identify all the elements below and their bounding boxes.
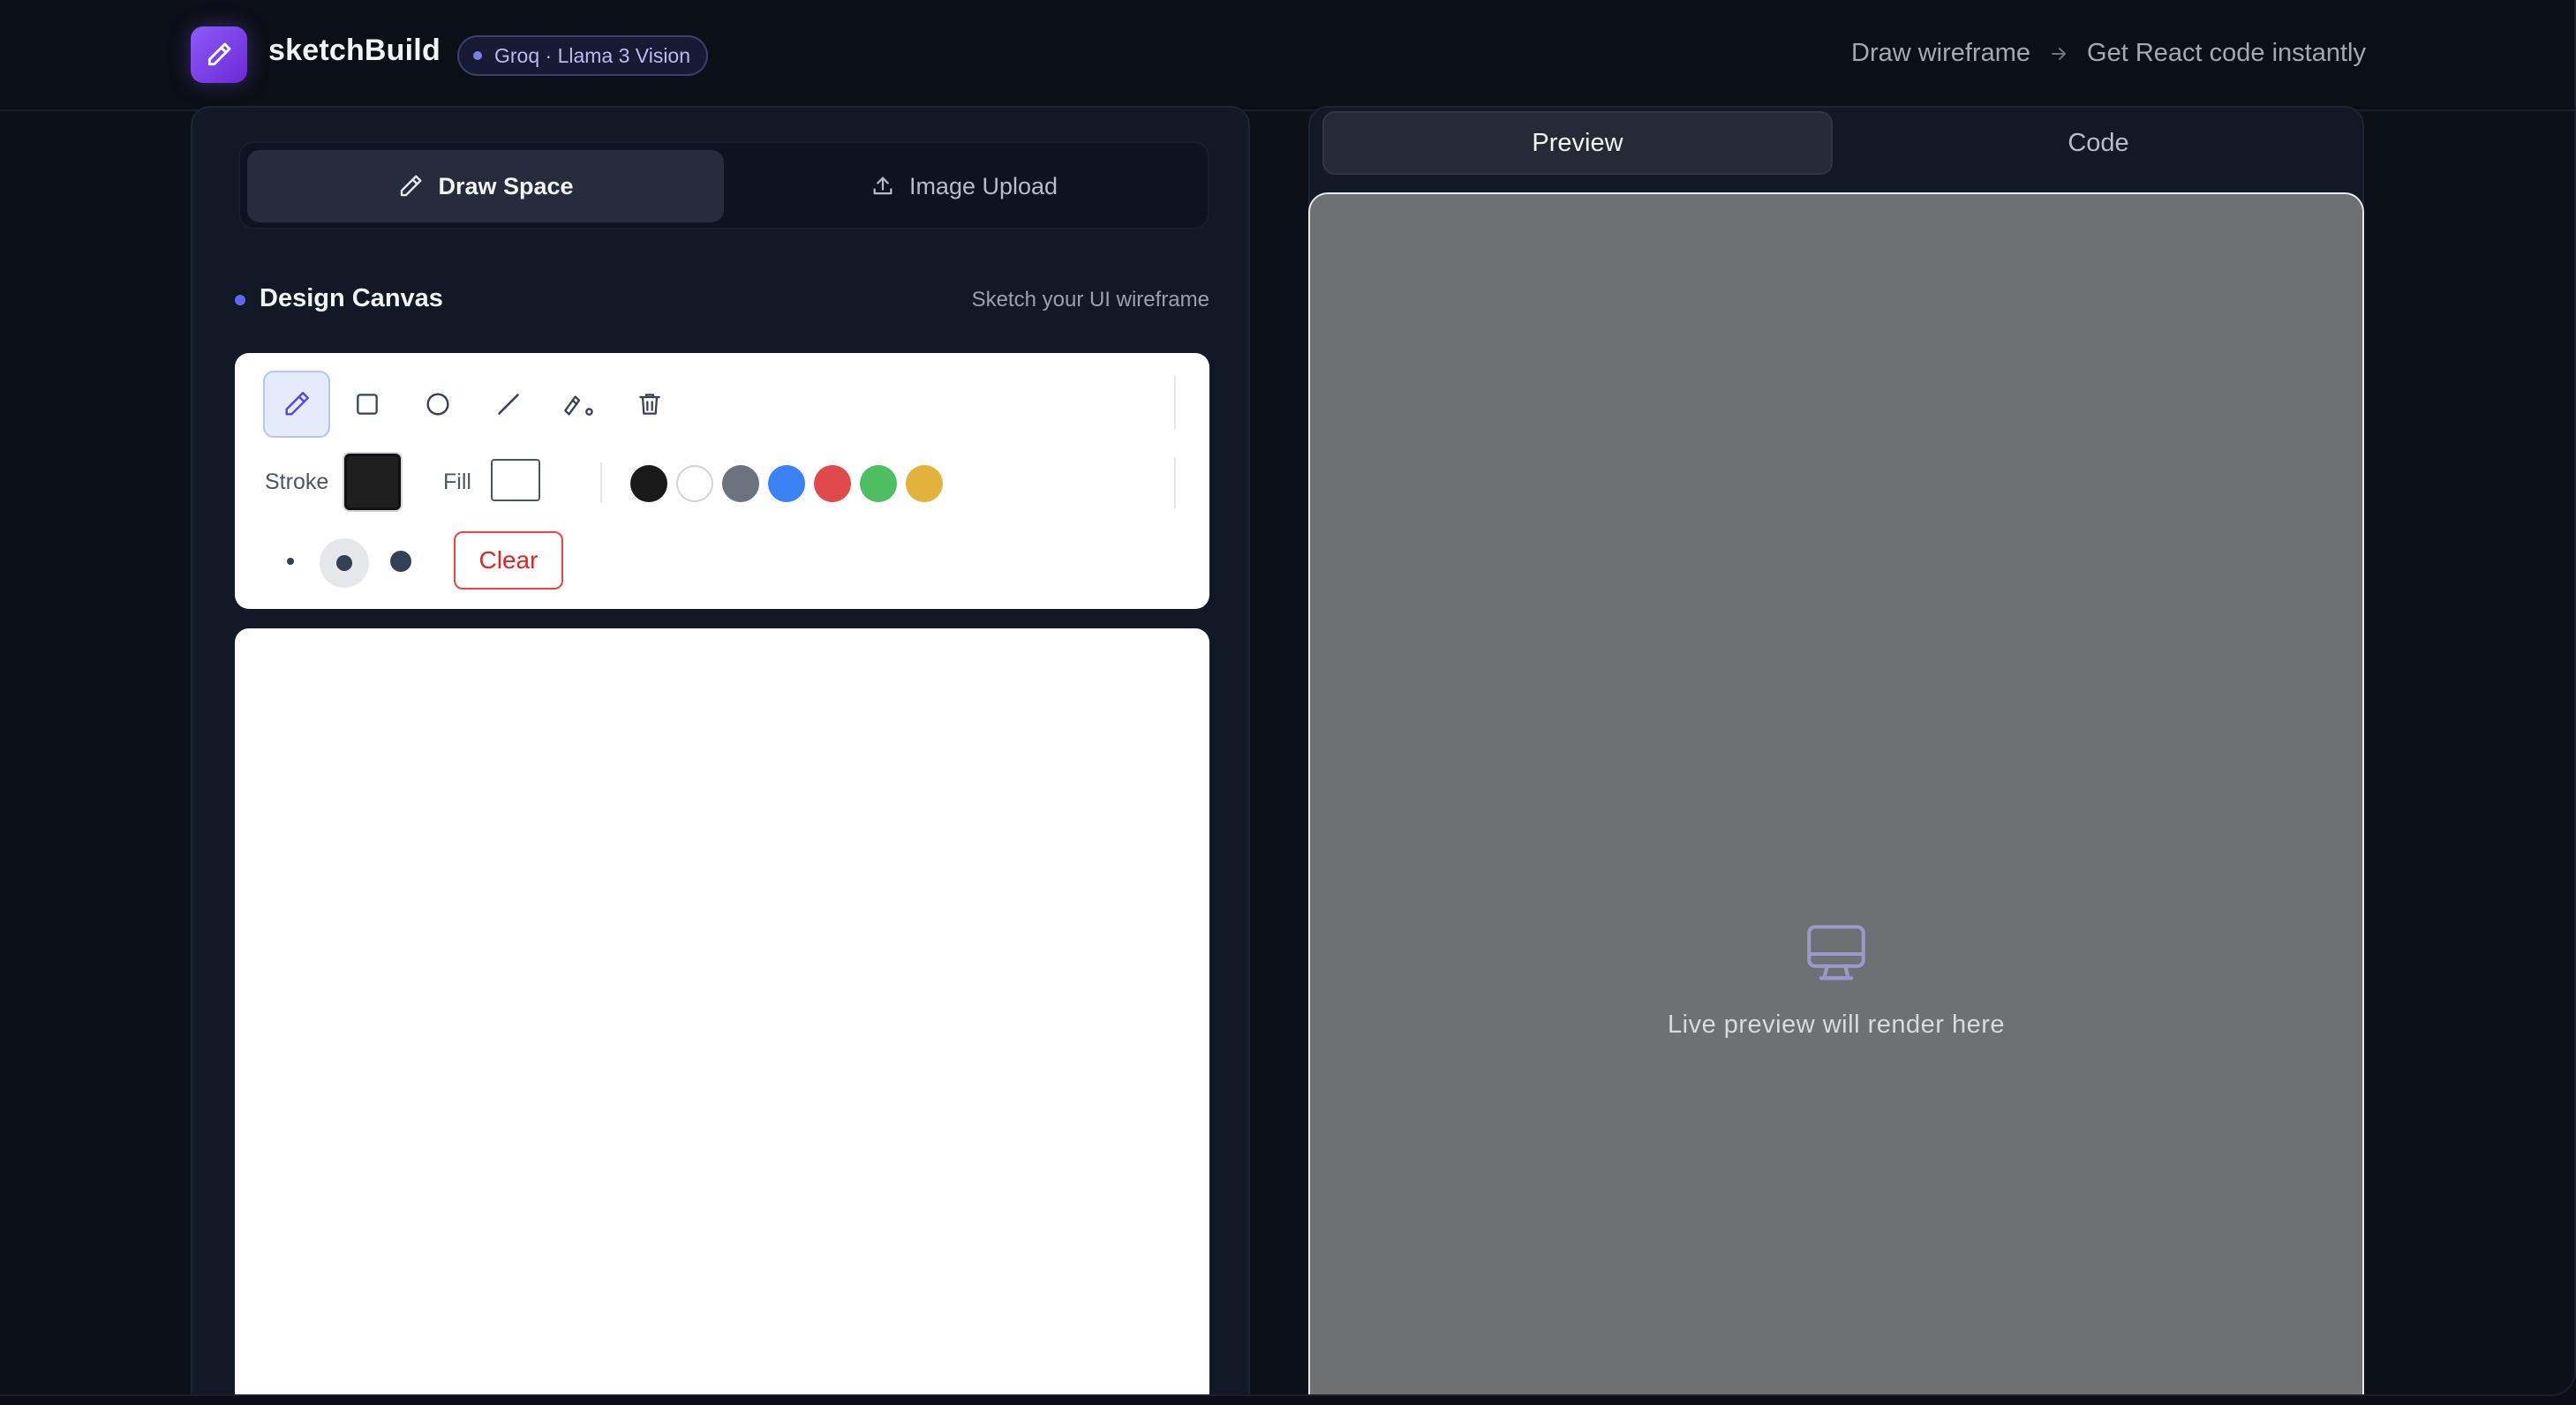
tab-preview[interactable]: Preview (1322, 111, 1833, 175)
pencil-icon (207, 42, 231, 66)
tab-image-upload-label: Image Upload (908, 172, 1058, 199)
tagline-step-2: Get React code instantly (2087, 39, 2366, 67)
color-swatch-black[interactable] (630, 465, 667, 502)
output-panel: Preview Code Live preview will render he… (1308, 106, 2364, 1394)
model-badge: Groq · Llama 3 Vision (457, 35, 709, 76)
rectangle-icon (357, 394, 378, 415)
circle-tool[interactable] (404, 371, 471, 438)
tab-preview-label: Preview (1532, 128, 1623, 157)
brush-size-medium-wrap[interactable] (320, 538, 369, 588)
model-badge-label: Groq · Llama 3 Vision (494, 44, 691, 67)
brush-size-medium[interactable] (336, 555, 352, 571)
tab-draw-space[interactable]: Draw Space (247, 150, 724, 222)
canvas-subtitle: Sketch your UI wireframe (971, 288, 1209, 312)
tab-code[interactable]: Code (1843, 111, 2354, 175)
top-header: sketchBuild Groq · Llama 3 Vision Draw w… (0, 0, 2574, 111)
pencil-tool[interactable] (263, 371, 330, 438)
input-mode-tabs: Draw Space Image Upload (238, 141, 1209, 229)
app-logo (191, 26, 247, 83)
tab-code-label: Code (2068, 128, 2129, 157)
color-swatch-green[interactable] (860, 465, 897, 502)
fill-label: Fill (443, 470, 471, 494)
line-tool[interactable] (475, 371, 542, 438)
clear-button[interactable]: Clear (454, 531, 563, 590)
brush-size-small[interactable] (287, 558, 294, 565)
circle-icon (426, 393, 449, 416)
stroke-color-picker[interactable] (344, 454, 401, 510)
tagline: Draw wireframe Get React code instantly (1851, 39, 2366, 68)
app-name: sketchBuild (268, 34, 441, 67)
rectangle-tool[interactable] (334, 371, 401, 438)
toolbar-divider (1174, 376, 1176, 429)
color-swatch-blue[interactable] (768, 465, 805, 502)
color-swatch-yellow[interactable] (906, 465, 943, 502)
tab-draw-space-label: Draw Space (438, 172, 574, 199)
canvas-header: Design Canvas Sketch your UI wireframe (235, 284, 1209, 319)
color-swatch-white[interactable] (676, 465, 713, 502)
drawing-toolbar: Stroke Fill Clear (235, 353, 1209, 609)
canvas-title: Design Canvas (260, 284, 443, 312)
delete-tool[interactable] (616, 371, 683, 438)
line-icon (498, 394, 519, 415)
upload-icon (873, 177, 893, 195)
toolbar-divider (600, 462, 602, 503)
preview-empty-state: Live preview will render here (1310, 918, 2362, 1040)
tab-image-upload[interactable]: Image Upload (726, 150, 1202, 222)
color-swatch-red[interactable] (814, 465, 851, 502)
preview-empty-message: Live preview will render here (1668, 1011, 2005, 1039)
pencil-icon (285, 392, 309, 416)
live-preview-area: Live preview will render here (1308, 192, 2364, 1394)
eraser-tool[interactable] (546, 371, 613, 438)
arrow-right-icon (2052, 47, 2067, 60)
brush-size-large[interactable] (390, 551, 411, 572)
app-window: sketchBuild Groq · Llama 3 Vision Draw w… (0, 0, 2576, 1396)
fill-color-picker[interactable] (491, 459, 540, 501)
input-panel: Draw Space Image Upload Design Canvas Sk… (191, 106, 1250, 1394)
color-swatch-gray[interactable] (722, 465, 759, 502)
trash-icon (639, 394, 660, 415)
tagline-step-1: Draw wireframe (1851, 39, 2031, 67)
stroke-label: Stroke (265, 470, 329, 494)
clear-button-label: Clear (478, 546, 539, 574)
drawing-canvas[interactable] (235, 628, 1209, 1394)
pencil-icon (401, 175, 422, 197)
badge-dot (473, 51, 482, 60)
monitor-icon (1807, 925, 1865, 980)
toolbar-divider (1174, 457, 1176, 508)
canvas-indicator-dot (235, 295, 245, 305)
eraser-icon (564, 395, 593, 416)
